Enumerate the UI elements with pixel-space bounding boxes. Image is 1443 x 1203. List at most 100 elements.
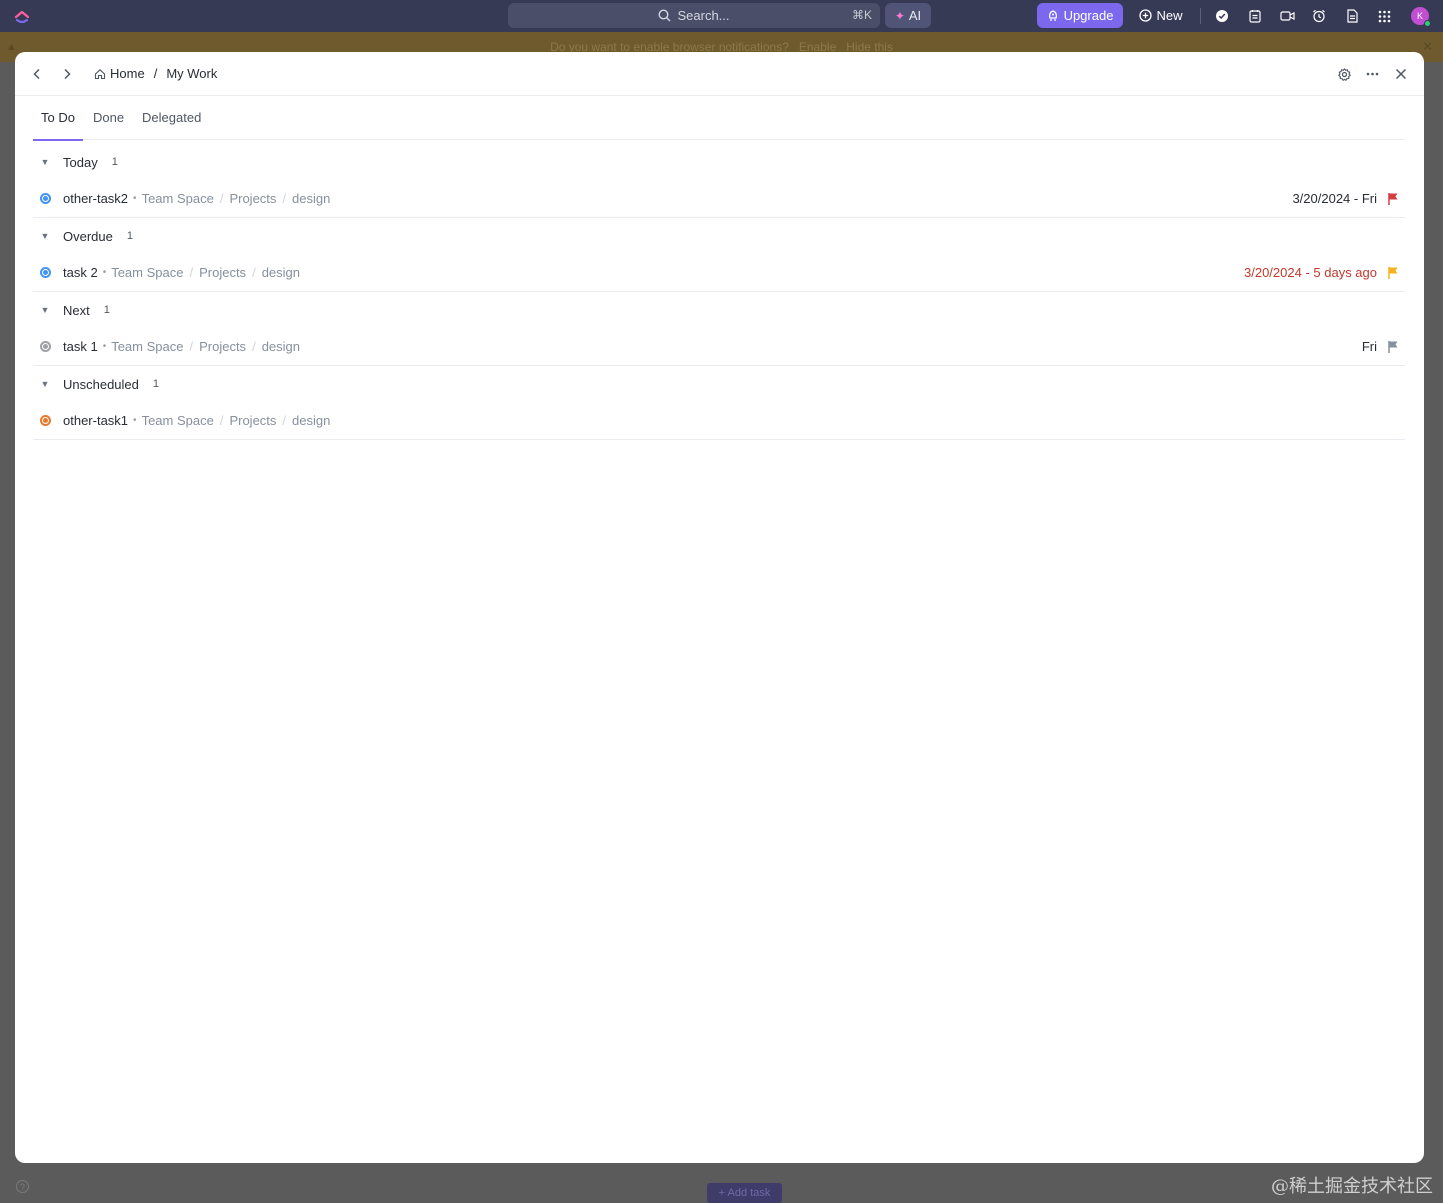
tab-done[interactable]: Done <box>85 96 132 140</box>
task-list[interactable]: design <box>262 339 300 354</box>
ai-button[interactable]: ✦ AI <box>885 3 931 28</box>
group-header[interactable]: ▼ Overdue 1 <box>33 218 1405 254</box>
tab-to-do[interactable]: To Do <box>33 96 83 141</box>
avatar-initial: K <box>1416 11 1423 21</box>
breadcrumb-separator: / <box>153 66 158 81</box>
alarm-icon[interactable] <box>1311 8 1327 24</box>
online-status-dot <box>1424 20 1431 27</box>
group-unscheduled: ▼ Unscheduled 1 other-task1 • Team Space… <box>33 366 1405 440</box>
crumb-separator: / <box>252 339 256 354</box>
home-icon <box>94 68 106 79</box>
modal-header: Home / My Work <box>15 52 1424 96</box>
task-list[interactable]: design <box>292 413 330 428</box>
group-header[interactable]: ▼ Unscheduled 1 <box>33 366 1405 402</box>
help-icon[interactable]: ? <box>16 1180 29 1193</box>
breadcrumb-current[interactable]: My Work <box>166 66 217 81</box>
upgrade-label: Upgrade <box>1063 8 1114 23</box>
close-modal-icon[interactable] <box>1393 66 1409 82</box>
document-icon[interactable] <box>1344 8 1360 24</box>
app-logo-icon[interactable] <box>14 7 30 23</box>
group-header[interactable]: ▼ Today 1 <box>33 144 1405 180</box>
bullet-separator: • <box>102 267 107 278</box>
task-space[interactable]: Team Space <box>142 191 214 206</box>
task-folder[interactable]: Projects <box>229 413 276 428</box>
task-name[interactable]: task 1 <box>63 339 98 354</box>
new-button[interactable]: New <box>1134 3 1188 28</box>
crumb-separator: / <box>189 339 194 354</box>
group-count: 1 <box>152 378 160 390</box>
task-row[interactable]: task 2 • Team Space / Projects / design … <box>33 254 1405 292</box>
ai-label: AI <box>908 8 922 23</box>
group-label: Today <box>63 154 98 170</box>
task-space[interactable]: Team Space <box>111 265 183 280</box>
crumb-separator: / <box>252 265 256 280</box>
status-icon[interactable] <box>33 415 57 426</box>
task-space[interactable]: Team Space <box>111 339 183 354</box>
task-due-date[interactable]: 3/20/2024 - Fri <box>1292 191 1377 206</box>
video-icon[interactable] <box>1279 8 1295 24</box>
status-icon[interactable] <box>33 341 57 352</box>
add-task-button[interactable]: + Add task <box>707 1183 782 1203</box>
upgrade-button[interactable]: Upgrade <box>1037 3 1123 28</box>
apps-grid-icon[interactable] <box>1376 8 1392 24</box>
breadcrumb: Home / My Work <box>94 66 217 81</box>
crumb-separator: / <box>282 191 287 206</box>
status-icon[interactable] <box>33 193 57 204</box>
new-label: New <box>1156 8 1183 23</box>
bullet-separator: • <box>102 341 107 352</box>
plus-circle-icon <box>1139 9 1153 22</box>
forward-arrow-icon[interactable] <box>59 66 75 82</box>
search-bar[interactable]: Search... ⌘K <box>508 3 880 28</box>
task-due-date[interactable]: 3/20/2024 - 5 days ago <box>1244 265 1377 280</box>
more-options-icon[interactable] <box>1364 66 1380 82</box>
back-arrow-icon[interactable] <box>29 66 45 82</box>
check-circle-icon[interactable] <box>1214 8 1230 24</box>
group-label: Unscheduled <box>63 376 139 392</box>
caret-down-icon[interactable]: ▼ <box>33 379 57 389</box>
caret-down-icon[interactable]: ▼ <box>33 157 57 167</box>
user-avatar[interactable]: K <box>1411 7 1431 27</box>
task-name[interactable]: other-task1 <box>63 413 128 428</box>
search-shortcut: ⌘K <box>851 8 872 22</box>
crumb-separator: / <box>219 413 224 428</box>
task-name[interactable]: task 2 <box>63 265 98 280</box>
crumb-separator: / <box>189 265 194 280</box>
settings-gear-icon[interactable] <box>1336 66 1352 82</box>
work-tabs: To Do Done Delegated <box>33 96 1405 141</box>
priority-flag-icon[interactable] <box>1387 192 1399 206</box>
status-icon[interactable] <box>33 267 57 278</box>
crumb-separator: / <box>282 413 287 428</box>
group-count: 1 <box>126 230 133 242</box>
task-list[interactable]: design <box>292 191 330 206</box>
task-row[interactable]: task 1 • Team Space / Projects / design … <box>33 328 1405 366</box>
tab-delegated[interactable]: Delegated <box>134 96 209 140</box>
rocket-icon <box>1048 9 1057 21</box>
task-folder[interactable]: Projects <box>229 191 276 206</box>
group-label: Overdue <box>63 228 113 244</box>
priority-flag-icon[interactable] <box>1387 266 1399 280</box>
task-name[interactable]: other-task2 <box>63 191 128 206</box>
task-folder[interactable]: Projects <box>199 339 246 354</box>
task-due-date[interactable]: Fri <box>1362 339 1377 354</box>
task-row[interactable]: other-task2 • Team Space / Projects / de… <box>33 180 1405 218</box>
notepad-icon[interactable] <box>1247 8 1263 24</box>
group-label: Next <box>63 302 90 318</box>
task-row[interactable]: other-task1 • Team Space / Projects / de… <box>33 402 1405 440</box>
group-next: ▼ Next 1 task 1 • Team Space / Projects … <box>33 292 1405 366</box>
crumb-separator: / <box>219 191 224 206</box>
bullet-separator: • <box>133 193 137 204</box>
breadcrumb-home[interactable]: Home <box>110 66 145 81</box>
caret-down-icon[interactable]: ▼ <box>33 231 57 241</box>
task-space[interactable]: Team Space <box>142 413 214 428</box>
watermark: @稀土掘金技术社区 <box>1271 1176 1433 1197</box>
topbar-divider <box>1200 8 1201 24</box>
caret-down-icon[interactable]: ▼ <box>33 305 57 315</box>
group-header[interactable]: ▼ Next 1 <box>33 292 1405 328</box>
top-bar: Search... ⌘K ✦ AI Upgrade New K <box>0 0 1443 32</box>
priority-flag-icon[interactable] <box>1387 340 1399 354</box>
group-count: 1 <box>103 304 110 316</box>
task-list[interactable]: design <box>262 265 300 280</box>
task-folder[interactable]: Projects <box>199 265 246 280</box>
search-placeholder: Search... <box>677 8 730 23</box>
search-icon <box>658 9 671 22</box>
